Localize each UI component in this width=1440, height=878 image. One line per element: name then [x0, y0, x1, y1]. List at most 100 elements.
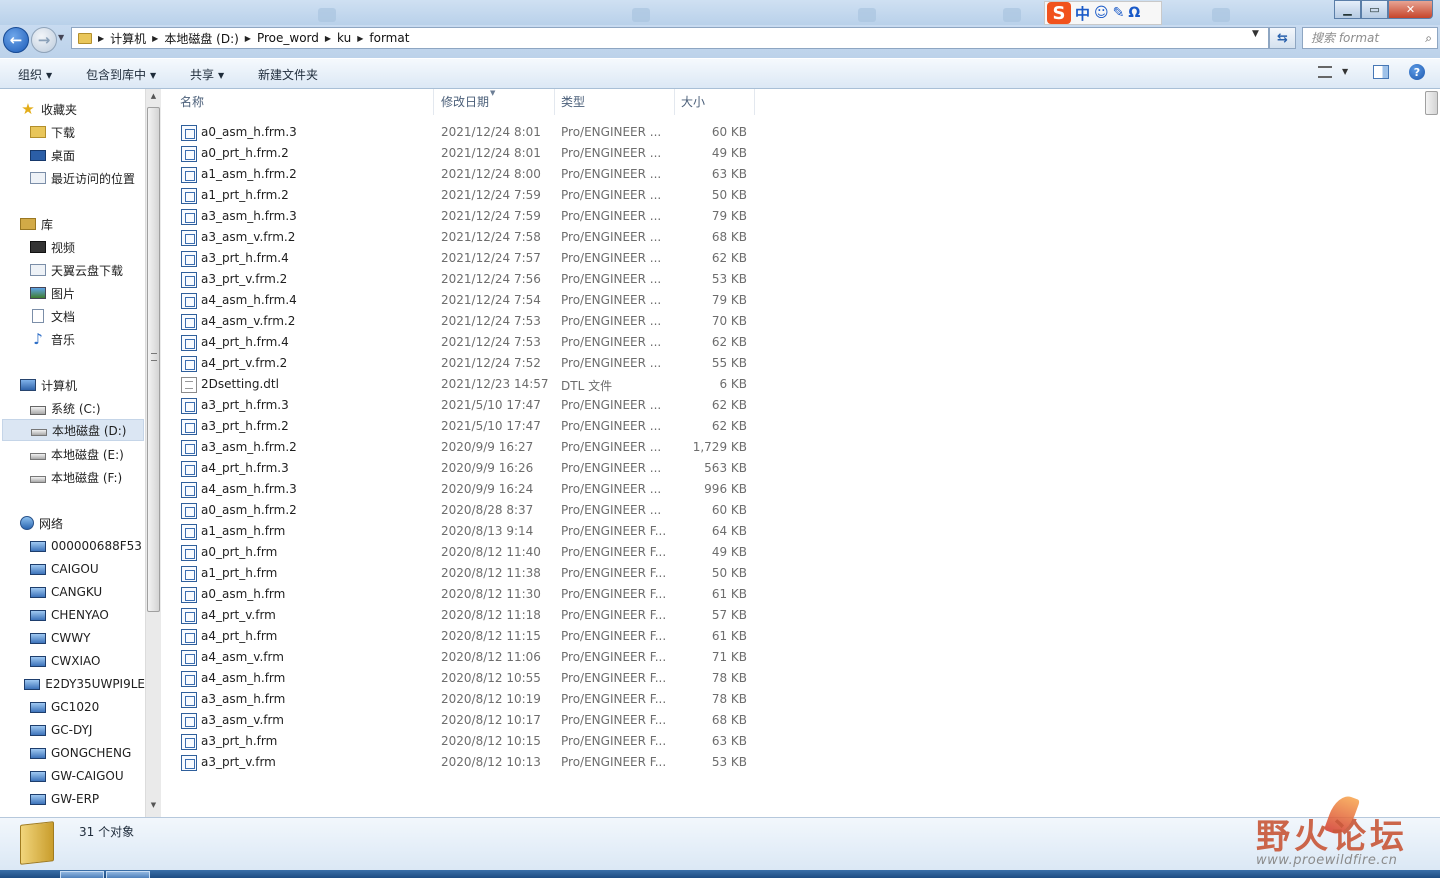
view-dropdown-icon[interactable]: ▼	[1342, 67, 1348, 76]
help-icon[interactable]: ?	[1409, 64, 1425, 80]
breadcrumb-computer[interactable]: 计算机	[110, 30, 146, 47]
column-size[interactable]: 大小	[675, 89, 755, 115]
close-button[interactable]: ✕	[1388, 0, 1433, 19]
breadcrumb-separator-icon[interactable]: ▶	[98, 34, 104, 43]
file-row[interactable]: a3_asm_h.frm 2020/8/12 10:19 Pro/ENGINEER …	[162, 689, 762, 710]
sidebar-item-network-pc[interactable]: CAIGOU	[0, 558, 145, 580]
minimize-button[interactable]: ▁	[1334, 0, 1361, 19]
sidebar-item-recent[interactable]: 最近访问的位置	[0, 167, 145, 189]
sidebar-item-downloads[interactable]: 下载	[0, 121, 145, 143]
maximize-button[interactable]: ▭	[1361, 0, 1388, 19]
search-input[interactable]	[1311, 31, 1416, 45]
file-row[interactable]: a4_asm_v.frm.2 2021/12/24 7:53 Pro/ENGINEE…	[162, 311, 762, 332]
file-row[interactable]: a3_asm_h.frm.2 2020/9/9 16:27 Pro/ENGINEER…	[162, 437, 762, 458]
breadcrumb-proe-word[interactable]: Proe_word	[257, 31, 319, 45]
sidebar-item-network-pc[interactable]: CANGKU	[0, 581, 145, 603]
back-button[interactable]: ←	[3, 27, 29, 53]
column-type[interactable]: 类型	[555, 89, 675, 115]
file-row[interactable]: a1_prt_h.frm 2020/8/12 11:38 Pro/ENGINEER …	[162, 563, 762, 584]
file-row[interactable]: a4_asm_v.frm 2020/8/12 11:06 Pro/ENGINEER …	[162, 647, 762, 668]
sidebar-network[interactable]: 网络	[0, 512, 145, 534]
sidebar-item-network-pc[interactable]: GW-CAIGOU	[0, 765, 145, 787]
file-row[interactable]: a0_asm_h.frm 2020/8/12 11:30 Pro/ENGINEER …	[162, 584, 762, 605]
forward-button[interactable]: →	[31, 27, 57, 53]
breadcrumb-format[interactable]: format	[369, 31, 409, 45]
sidebar-item-pictures[interactable]: 图片	[0, 282, 145, 304]
file-row[interactable]: a4_prt_v.frm.2 2021/12/24 7:52 Pro/ENGINEE…	[162, 353, 762, 374]
ime-mode-toggle[interactable]: 中	[1075, 3, 1090, 24]
scrollbar-thumb[interactable]	[147, 107, 160, 612]
scroll-up-icon[interactable]: ▲	[148, 92, 159, 106]
file-row[interactable]: a3_asm_h.frm.3 2021/12/24 7:59 Pro/ENGINEE…	[162, 206, 762, 227]
file-row[interactable]: a4_asm_h.frm 2020/8/12 10:55 Pro/ENGINEER …	[162, 668, 762, 689]
organize-menu[interactable]: 组织 ▼	[18, 66, 52, 83]
sidebar-item-network-pc[interactable]: E2DY35UWPI9LE	[0, 673, 145, 695]
file-row[interactable]: a1_prt_h.frm.2 2021/12/24 7:59 Pro/ENGINEE…	[162, 185, 762, 206]
search-icon[interactable]: ⌕	[1425, 31, 1432, 46]
sidebar-item-drive-f[interactable]: 本地磁盘 (F:)	[0, 466, 145, 488]
share-menu[interactable]: 共享 ▼	[190, 66, 224, 83]
sidebar-libraries[interactable]: 库	[0, 213, 145, 235]
sidebar-item-videos[interactable]: 视频	[0, 236, 145, 258]
sidebar-item-drive-c[interactable]: 系统 (C:)	[0, 397, 145, 419]
file-row[interactable]: a3_prt_h.frm.4 2021/12/24 7:57 Pro/ENGINEE…	[162, 248, 762, 269]
sidebar-item-network-pc[interactable]: GW-ERP	[0, 788, 145, 810]
file-row[interactable]: a4_prt_h.frm.4 2021/12/24 7:53 Pro/ENGINEE…	[162, 332, 762, 353]
scroll-down-icon[interactable]: ▼	[148, 801, 159, 815]
sidebar-item-network-pc[interactable]: CHENYAO	[0, 604, 145, 626]
sidebar-item-music[interactable]: ♪ 音乐	[0, 328, 145, 350]
file-row[interactable]: a1_asm_h.frm.2 2021/12/24 8:00 Pro/ENGINEE…	[162, 164, 762, 185]
taskbar-button[interactable]	[106, 871, 150, 878]
file-row[interactable]: a4_prt_v.frm 2020/8/12 11:18 Pro/ENGINEER …	[162, 605, 762, 626]
sidebar-item-desktop[interactable]: 桌面	[0, 144, 145, 166]
search-box[interactable]: ⌕	[1302, 27, 1438, 49]
sidebar-item-network-pc[interactable]: CWWY	[0, 627, 145, 649]
file-row[interactable]: a4_asm_h.frm.3 2020/9/9 16:24 Pro/ENGINEER…	[162, 479, 762, 500]
file-row[interactable]: a3_prt_h.frm 2020/8/12 10:15 Pro/ENGINEER …	[162, 731, 762, 752]
file-row[interactable]: a3_prt_h.frm.2 2021/5/10 17:47 Pro/ENGINEE…	[162, 416, 762, 437]
file-row[interactable]: a4_asm_h.frm.4 2021/12/24 7:54 Pro/ENGINEE…	[162, 290, 762, 311]
file-row[interactable]: a3_prt_h.frm.3 2021/5/10 17:47 Pro/ENGINEE…	[162, 395, 762, 416]
scrollbar-thumb[interactable]	[1425, 91, 1438, 115]
file-row[interactable]: a3_asm_v.frm 2020/8/12 10:17 Pro/ENGINEER …	[162, 710, 762, 731]
pen-icon[interactable]: ✎	[1113, 5, 1125, 21]
sidebar-item-drive-e[interactable]: 本地磁盘 (E:)	[0, 443, 145, 465]
preview-pane-icon[interactable]	[1373, 65, 1389, 79]
file-row[interactable]: 2Dsetting.dtl 2021/12/23 14:57 DTL 文件 6 KB	[162, 374, 762, 395]
sidebar-item-network-pc[interactable]: GC-DYJ	[0, 719, 145, 741]
include-library-menu[interactable]: 包含到库中 ▼	[86, 66, 156, 83]
file-row[interactable]: a4_prt_h.frm 2020/8/12 11:15 Pro/ENGINEER …	[162, 626, 762, 647]
view-options-icon[interactable]	[1318, 66, 1332, 78]
sogou-logo-icon[interactable]: S	[1047, 2, 1071, 24]
refresh-button[interactable]: ⇆	[1269, 27, 1296, 49]
sidebar-computer[interactable]: 计算机	[0, 374, 145, 396]
address-dropdown-icon[interactable]: ▼	[1252, 29, 1259, 39]
sidebar-item-network-pc[interactable]: 000000688F53	[0, 535, 145, 557]
file-row[interactable]: a3_prt_v.frm.2 2021/12/24 7:56 Pro/ENGINEE…	[162, 269, 762, 290]
address-bar[interactable]: ▶ 计算机 ▶ 本地磁盘 (D:) ▶ Proe_word ▶ ku ▶ for…	[71, 27, 1269, 49]
breadcrumb-ku[interactable]: ku	[337, 31, 351, 45]
breadcrumb-separator-icon[interactable]: ▶	[357, 34, 363, 43]
recent-pages-chevron-icon[interactable]: ▼	[58, 33, 64, 42]
file-row[interactable]: a0_prt_h.frm 2020/8/12 11:40 Pro/ENGINEER …	[162, 542, 762, 563]
file-row[interactable]: a3_asm_v.frm.2 2021/12/24 7:58 Pro/ENGINEE…	[162, 227, 762, 248]
file-list-scrollbar[interactable]	[1424, 89, 1440, 119]
emoji-icon[interactable]: ☺	[1094, 5, 1109, 21]
file-row[interactable]: a1_asm_h.frm 2020/8/13 9:14 Pro/ENGINEER F…	[162, 521, 762, 542]
file-row[interactable]: a0_asm_h.frm.2 2020/8/28 8:37 Pro/ENGINEER…	[162, 500, 762, 521]
breadcrumb-separator-icon[interactable]: ▶	[325, 34, 331, 43]
sidebar-item-drive-d[interactable]: 本地磁盘 (D:)	[2, 419, 144, 441]
column-name[interactable]: 名称	[174, 89, 434, 115]
file-row[interactable]: a4_prt_h.frm.3 2020/9/9 16:26 Pro/ENGINEER…	[162, 458, 762, 479]
new-folder-button[interactable]: 新建文件夹	[258, 66, 318, 83]
sidebar-item-network-pc[interactable]: CWXIAO	[0, 650, 145, 672]
file-row[interactable]: a3_prt_v.frm 2020/8/12 10:13 Pro/ENGINEER …	[162, 752, 762, 773]
taskbar-button[interactable]	[60, 871, 104, 878]
file-row[interactable]: a0_asm_h.frm.3 2021/12/24 8:01 Pro/ENGINEE…	[162, 122, 762, 143]
navigation-scrollbar[interactable]: ▲ ▼	[145, 89, 161, 817]
file-row[interactable]: a0_prt_h.frm.2 2021/12/24 8:01 Pro/ENGINEE…	[162, 143, 762, 164]
sidebar-item-network-pc[interactable]: GC1020	[0, 696, 145, 718]
sidebar-item-network-pc[interactable]: GONGCHENG	[0, 742, 145, 764]
breadcrumb-separator-icon[interactable]: ▶	[152, 34, 158, 43]
sidebar-item-cloud-downloads[interactable]: 天翼云盘下载	[0, 259, 145, 281]
